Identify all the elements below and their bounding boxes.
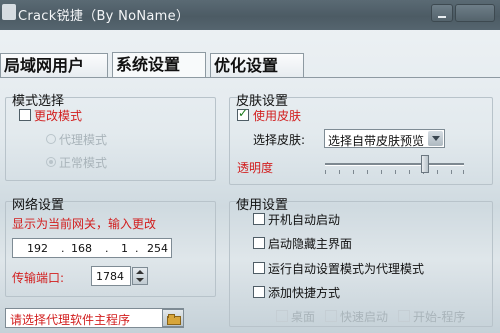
- port-value: 1784: [96, 270, 124, 283]
- tab-divider: [0, 77, 500, 78]
- app-icon: [2, 4, 16, 20]
- auto-proxy-label: 运行自动设置模式为代理模式: [268, 262, 425, 276]
- opacity-slider-thumb[interactable]: [421, 155, 430, 173]
- desktop-shortcut-label: 桌面: [291, 310, 316, 324]
- normal-mode-label: 正常模式: [59, 156, 108, 170]
- tab-optimize-settings[interactable]: 优化设置: [210, 53, 304, 78]
- quicklaunch-shortcut-label: 快速启动: [340, 310, 389, 324]
- title-bar[interactable]: Crack锐捷（By NoName）: [0, 0, 500, 30]
- proxy-mode-label: 代理模式: [59, 133, 108, 147]
- startmenu-shortcut-label: 开始-程序: [413, 310, 466, 324]
- hide-main-checkbox[interactable]: [253, 237, 265, 249]
- ip-dot: .: [105, 242, 109, 255]
- opacity-slider-track[interactable]: [325, 163, 464, 166]
- ip-octet-2[interactable]: 168: [71, 242, 92, 255]
- folder-icon[interactable]: [162, 309, 184, 327]
- change-mode-label: 更改模式: [34, 109, 83, 123]
- ip-octet-1[interactable]: 192: [27, 242, 48, 255]
- proxy-path-input[interactable]: 请选择代理软件主程序: [5, 308, 184, 328]
- select-skin-label: 选择皮肤:: [253, 133, 306, 147]
- shortcut-label: 添加快捷方式: [268, 286, 341, 300]
- network-group-title: 网络设置: [12, 198, 65, 213]
- ip-octet-4[interactable]: 254: [147, 242, 168, 255]
- port-input[interactable]: 1784: [91, 266, 131, 286]
- window-title: Crack锐捷（By NoName）: [18, 9, 190, 24]
- proxy-path-text: 请选择代理软件主程序: [10, 313, 131, 327]
- use-skin-label: 使用皮肤: [253, 109, 302, 123]
- minimize-icon: [438, 16, 446, 18]
- ip-octet-3[interactable]: 1: [121, 242, 128, 255]
- autostart-label: 开机自动启动: [268, 213, 341, 227]
- desktop-shortcut-checkbox[interactable]: [276, 310, 288, 322]
- normal-mode-radio[interactable]: [46, 157, 56, 167]
- port-stepper[interactable]: [132, 267, 148, 285]
- skin-select[interactable]: 选择自带皮肤预览: [324, 129, 445, 148]
- app-window: Crack锐捷（By NoName） 局域网用户 系统设置 优化设置 模式选择 …: [0, 0, 500, 333]
- opacity-slider-ticks: [325, 170, 464, 174]
- shortcut-checkbox[interactable]: [253, 286, 265, 298]
- autostart-checkbox[interactable]: [253, 213, 265, 225]
- quicklaunch-shortcut-checkbox[interactable]: [325, 310, 337, 322]
- ip-dot: .: [61, 242, 65, 255]
- ip-dot: .: [135, 242, 139, 255]
- startmenu-shortcut-checkbox[interactable]: [398, 310, 410, 322]
- chevron-down-icon[interactable]: [428, 131, 443, 146]
- tab-system-settings[interactable]: 系统设置: [112, 52, 206, 78]
- skin-select-value: 选择自带皮肤预览: [328, 134, 425, 148]
- close-button[interactable]: [455, 4, 495, 22]
- gateway-ip-input[interactable]: 192 . 168 . 1 . 254: [12, 238, 172, 258]
- auto-proxy-checkbox[interactable]: [253, 262, 265, 274]
- use-skin-checkbox[interactable]: [237, 106, 249, 121]
- minimize-button[interactable]: [431, 4, 453, 22]
- opacity-label: 透明度: [237, 161, 274, 175]
- tab-lan-users[interactable]: 局域网用户: [0, 53, 108, 78]
- port-label: 传输端口:: [12, 271, 65, 285]
- gateway-hint: 显示为当前网关，输入更改: [12, 217, 157, 231]
- proxy-mode-radio[interactable]: [46, 134, 56, 144]
- change-mode-checkbox[interactable]: [19, 109, 31, 121]
- hide-main-label: 启动隐藏主界面: [268, 237, 353, 251]
